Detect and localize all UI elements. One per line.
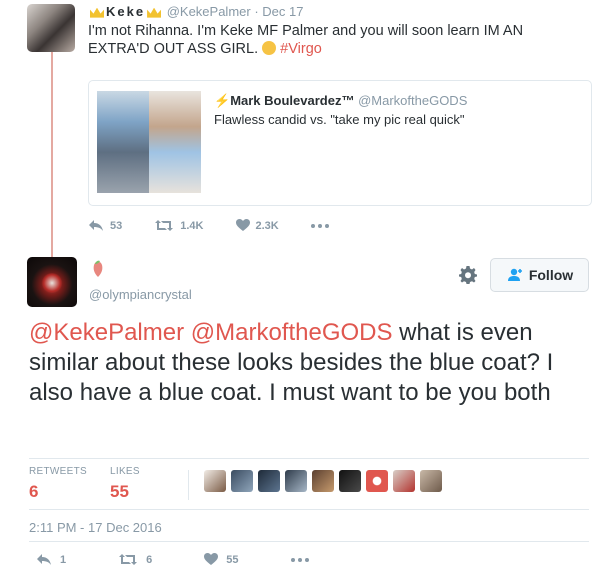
follow-label: Follow bbox=[528, 267, 574, 283]
divider bbox=[29, 458, 589, 459]
quoted-tweet-text: Flawless candid vs. "take my pic real qu… bbox=[214, 112, 465, 127]
liker-avatar[interactable] bbox=[420, 470, 442, 492]
reply-button[interactable]: 1 bbox=[36, 553, 66, 566]
follow-button[interactable]: Follow bbox=[490, 258, 589, 292]
more-button[interactable] bbox=[310, 223, 329, 228]
heart-icon bbox=[204, 553, 219, 565]
crown-icon bbox=[147, 7, 162, 18]
reply-count: 1 bbox=[60, 553, 67, 566]
heart-icon bbox=[235, 219, 250, 231]
retweet-icon bbox=[119, 554, 138, 565]
retweet-button[interactable]: 1.4K bbox=[154, 219, 204, 232]
tweet1-name[interactable]: Keke bbox=[106, 4, 145, 19]
stats-divider bbox=[188, 470, 189, 500]
retweets-value: 6 bbox=[29, 482, 39, 501]
liker-avatar[interactable] bbox=[231, 470, 253, 492]
tweet1-header: Keke @KekePalmer · Dec 17 bbox=[88, 4, 303, 19]
hashtag-link[interactable]: #Virgo bbox=[280, 41, 322, 57]
quoted-photo-2[interactable] bbox=[149, 91, 201, 193]
avatar-kekepalmer[interactable] bbox=[27, 4, 75, 52]
liker-avatar[interactable] bbox=[312, 470, 334, 492]
tweet2-text: @KekePalmer @MarkoftheGODS what is even … bbox=[29, 318, 599, 408]
divider bbox=[29, 541, 589, 542]
liker-avatars bbox=[204, 470, 447, 492]
tweet1-actions: 53 1.4K 2.3K bbox=[88, 219, 361, 232]
liker-avatar[interactable] bbox=[339, 470, 361, 492]
retweets-label: RETWEETS bbox=[29, 466, 87, 477]
crown-icon bbox=[90, 7, 104, 18]
like-button[interactable]: 55 bbox=[204, 553, 239, 566]
tweet2-handle[interactable]: @olympiancrystal bbox=[89, 287, 192, 302]
mention-markofthegods[interactable]: @MarkoftheGODS bbox=[191, 319, 393, 346]
thread-connector-line bbox=[51, 52, 53, 257]
reply-icon bbox=[37, 554, 51, 565]
mention-kekepalmer[interactable]: @KekePalmer bbox=[29, 319, 184, 346]
like-button[interactable]: 2.3K bbox=[235, 219, 279, 232]
retweet-icon bbox=[155, 220, 174, 231]
gear-icon[interactable] bbox=[458, 265, 478, 285]
retweet-button[interactable]: 6 bbox=[118, 553, 152, 566]
likes-label: LIKES bbox=[110, 466, 140, 477]
likes-stat[interactable]: LIKES 55 bbox=[110, 466, 140, 502]
quoted-tweet-card[interactable]: ⚡Mark Boulevardez™ @MarkoftheGODS Flawle… bbox=[88, 80, 592, 206]
liker-avatar[interactable] bbox=[204, 470, 226, 492]
more-button[interactable] bbox=[290, 557, 309, 562]
reply-icon bbox=[89, 220, 103, 231]
reply-button[interactable]: 53 bbox=[88, 219, 122, 232]
divider bbox=[29, 509, 589, 510]
tweet1-text: I'm not Rihanna. I'm Keke MF Palmer and … bbox=[88, 22, 588, 58]
more-icon bbox=[310, 223, 329, 228]
liker-avatar[interactable] bbox=[366, 470, 388, 492]
reply-count: 53 bbox=[110, 219, 123, 232]
quoted-tweet-header: ⚡Mark Boulevardez™ @MarkoftheGODS bbox=[214, 93, 467, 109]
like-count: 55 bbox=[226, 553, 239, 566]
tweet2-actions: 1 6 55 bbox=[36, 553, 361, 566]
likes-value: 55 bbox=[110, 482, 129, 501]
retweet-count: 6 bbox=[146, 553, 153, 566]
liker-avatar[interactable] bbox=[285, 470, 307, 492]
tweet2-timestamp[interactable]: 2:11 PM - 17 Dec 2016 bbox=[29, 520, 162, 535]
profile-emoji-icon bbox=[93, 260, 103, 277]
smiling-face-emoji-icon bbox=[262, 41, 277, 55]
retweets-stat[interactable]: RETWEETS 6 bbox=[29, 466, 87, 502]
quoted-name[interactable]: Mark Boulevardez™ bbox=[230, 93, 354, 108]
liker-avatar[interactable] bbox=[393, 470, 415, 492]
tweet1-handle[interactable]: @KekePalmer bbox=[167, 4, 251, 19]
avatar-olympiancrystal[interactable] bbox=[27, 257, 77, 307]
lightning-icon: ⚡ bbox=[214, 93, 231, 108]
retweet-count: 1.4K bbox=[180, 219, 204, 232]
follow-plus-icon bbox=[507, 268, 522, 281]
quoted-handle[interactable]: @MarkoftheGODS bbox=[358, 93, 467, 108]
tweet1-date[interactable]: · Dec 17 bbox=[254, 4, 303, 19]
liker-avatar[interactable] bbox=[258, 470, 280, 492]
more-icon bbox=[290, 557, 309, 562]
like-count: 2.3K bbox=[255, 219, 279, 232]
quoted-photo-1[interactable] bbox=[97, 91, 149, 193]
